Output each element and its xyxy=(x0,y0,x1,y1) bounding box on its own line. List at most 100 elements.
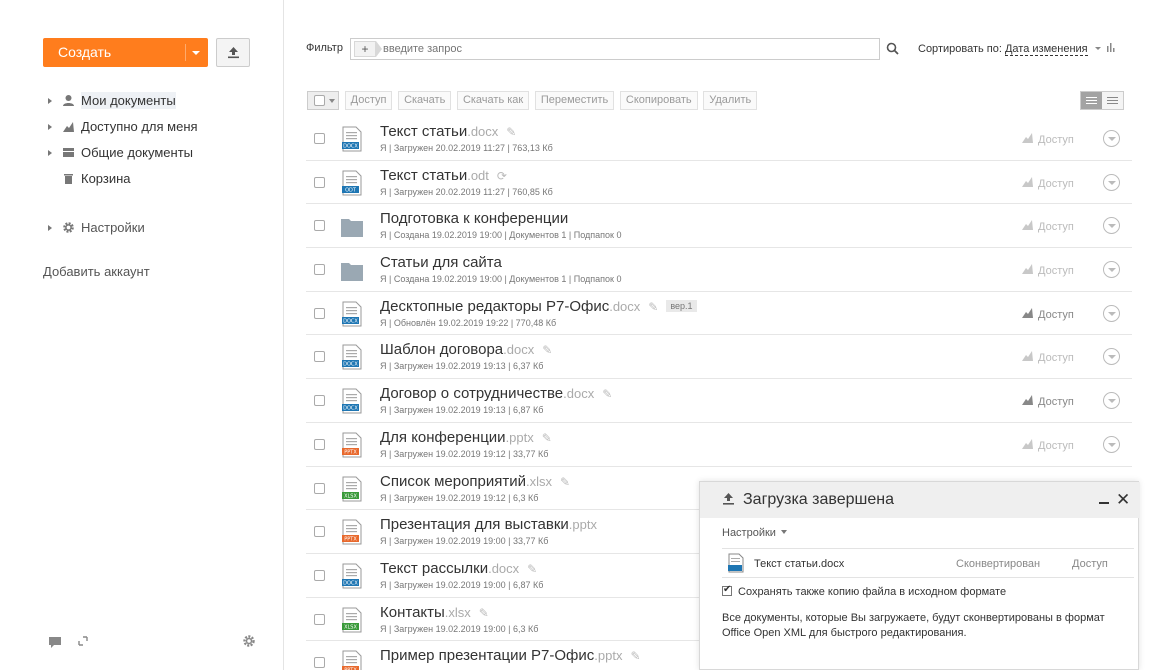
minimize-icon[interactable] xyxy=(1099,502,1109,504)
expand-icon[interactable] xyxy=(78,636,88,646)
row-checkbox[interactable] xyxy=(314,176,325,188)
file-name[interactable]: Текст статьи xyxy=(380,167,467,184)
sort-value[interactable]: Дата изменения xyxy=(1004,43,1088,56)
sidebar-item-common-documents[interactable]: Общие документы xyxy=(43,142,198,168)
folder-row[interactable]: Подготовка к конференции Я | Создана 19.0… xyxy=(306,204,1132,249)
row-checkbox[interactable] xyxy=(314,526,325,538)
edit-icon[interactable]: ✎ xyxy=(630,649,640,663)
file-title[interactable]: Для конференции.pptx ✎ xyxy=(380,429,552,446)
row-menu-icon[interactable] xyxy=(1103,348,1120,366)
file-name[interactable]: Договор о сотрудничестве xyxy=(380,385,563,402)
create-button[interactable]: Создать xyxy=(43,38,208,67)
file-name[interactable]: Шаблон договора xyxy=(380,341,503,358)
access-button[interactable]: Доступ xyxy=(344,91,393,110)
file-title[interactable]: Текст рассылки.docx ✎ xyxy=(380,560,537,577)
row-menu-icon[interactable] xyxy=(1103,217,1120,235)
share-access-link[interactable]: Доступ xyxy=(1022,133,1074,146)
edit-icon[interactable]: ✎ xyxy=(602,387,612,401)
search-input[interactable] xyxy=(383,41,883,57)
edit-icon[interactable]: ✎ xyxy=(648,300,658,314)
file-name[interactable]: Пример презентации Р7-Офис xyxy=(380,647,594,664)
file-row[interactable]: DOCX Текст статьи.docx ✎ Я | Загружен 20.02… xyxy=(306,117,1132,161)
row-menu-icon[interactable] xyxy=(1103,261,1120,279)
select-all-checkbox[interactable] xyxy=(307,91,339,110)
file-name[interactable]: Текст статьи xyxy=(380,123,467,140)
upload-file-access-link[interactable]: Доступ xyxy=(1072,558,1108,570)
expand-arrow-icon[interactable] xyxy=(48,124,52,130)
row-menu-icon[interactable] xyxy=(1103,173,1120,191)
move-button[interactable]: Переместить xyxy=(534,91,615,110)
edit-icon[interactable]: ✎ xyxy=(479,606,489,620)
download-as-button[interactable]: Скачать как xyxy=(456,91,530,110)
file-row[interactable]: DOCX Шаблон договора.docx ✎ Я | Загружен 19… xyxy=(306,335,1132,380)
sidebar-item-my-documents[interactable]: Мои документы xyxy=(43,90,198,116)
edit-icon[interactable]: ✎ xyxy=(506,125,516,139)
edit-icon[interactable]: ✎ xyxy=(542,431,552,445)
row-menu-icon[interactable] xyxy=(1103,130,1120,147)
row-menu-icon[interactable] xyxy=(1103,304,1120,322)
sidebar-item-shared-with-me[interactable]: Доступно для меня xyxy=(43,116,198,142)
search-icon[interactable] xyxy=(886,42,899,55)
row-checkbox[interactable] xyxy=(314,569,325,581)
file-name[interactable]: Десктопные редакторы Р7-Офис xyxy=(380,298,609,315)
close-icon[interactable]: ✕ xyxy=(1116,490,1130,510)
share-access-link[interactable]: Доступ xyxy=(1022,220,1074,233)
expand-arrow-icon[interactable] xyxy=(48,98,52,104)
row-menu-icon[interactable] xyxy=(1103,392,1120,410)
share-access-link[interactable]: Доступ xyxy=(1022,307,1074,321)
row-checkbox[interactable] xyxy=(314,307,325,319)
delete-button[interactable]: Удалить xyxy=(703,91,758,110)
sort-direction-icon[interactable] xyxy=(1106,43,1116,52)
file-title[interactable]: Десктопные редакторы Р7-Офис.docx ✎ вер.1 xyxy=(380,298,697,315)
file-title[interactable]: Статьи для сайта xyxy=(380,254,502,271)
file-name[interactable]: Контакты xyxy=(380,604,445,621)
row-checkbox[interactable] xyxy=(314,220,325,232)
file-title[interactable]: Презентация для выставки.pptx xyxy=(380,516,597,533)
share-access-link[interactable]: Доступ xyxy=(1022,176,1074,190)
sort-control[interactable]: Сортировать по: Дата изменения xyxy=(918,43,1116,56)
file-name[interactable]: Для конференции xyxy=(380,429,506,446)
edit-icon[interactable]: ✎ xyxy=(527,562,537,576)
file-title[interactable]: Шаблон договора.docx ✎ xyxy=(380,341,552,358)
file-name[interactable]: Презентация для выставки xyxy=(380,516,569,533)
file-name[interactable]: Список мероприятий xyxy=(380,473,526,490)
row-menu-icon[interactable] xyxy=(1103,435,1120,453)
file-row[interactable]: PPTX Для конференции.pptx ✎ Я | Загружен 19… xyxy=(306,423,1132,467)
list-view-icon[interactable] xyxy=(1081,92,1102,109)
file-title[interactable]: Подготовка к конференции xyxy=(380,210,568,227)
file-name[interactable]: Подготовка к конференции xyxy=(380,210,568,227)
row-checkbox[interactable] xyxy=(314,438,325,450)
row-checkbox[interactable] xyxy=(314,264,325,276)
row-checkbox[interactable] xyxy=(314,395,325,407)
file-title[interactable]: Контакты.xlsx ✎ xyxy=(380,604,489,621)
share-access-link[interactable]: Доступ xyxy=(1022,264,1074,277)
chevron-down-icon[interactable] xyxy=(1094,47,1101,50)
expand-arrow-icon[interactable] xyxy=(48,150,52,156)
file-name[interactable]: Статьи для сайта xyxy=(380,254,502,271)
file-row[interactable]: DOCX Десктопные редакторы Р7-Офис.docx ✎ ве… xyxy=(306,292,1132,336)
compact-view-icon[interactable] xyxy=(1102,92,1123,109)
file-title[interactable]: Пример презентации Р7-Офис.pptx ✎ xyxy=(380,647,641,664)
file-title[interactable]: Текст статьи.docx ✎ xyxy=(380,123,516,140)
upload-button[interactable] xyxy=(216,38,250,67)
gear-icon[interactable] xyxy=(242,634,256,648)
file-title[interactable]: Текст статьи.odt ⟳ xyxy=(380,167,507,184)
file-title[interactable]: Договор о сотрудничестве.docx ✎ xyxy=(380,385,612,402)
row-checkbox[interactable] xyxy=(314,133,325,144)
chat-icon[interactable] xyxy=(48,636,62,649)
share-access-link[interactable]: Доступ xyxy=(1022,395,1074,408)
share-access-link[interactable]: Доступ xyxy=(1022,351,1074,364)
convert-icon[interactable]: ⟳ xyxy=(497,169,507,183)
folder-row[interactable]: Статьи для сайта Я | Создана 19.02.2019 1… xyxy=(306,248,1132,292)
share-access-link[interactable]: Доступ xyxy=(1022,438,1074,452)
file-name[interactable]: Текст рассылки xyxy=(380,560,488,577)
file-title[interactable]: Список мероприятий.xlsx ✎ xyxy=(380,473,570,490)
edit-icon[interactable]: ✎ xyxy=(560,475,570,489)
upload-settings-dropdown[interactable]: Настройки xyxy=(722,527,787,539)
row-checkbox[interactable] xyxy=(314,351,325,363)
keep-original-option[interactable]: Сохранять также копию файла в исходном ф… xyxy=(722,584,1006,598)
row-checkbox[interactable] xyxy=(314,613,325,625)
chevron-down-icon[interactable] xyxy=(192,51,200,55)
sidebar-item-settings[interactable]: Настройки xyxy=(43,217,198,243)
row-checkbox[interactable] xyxy=(314,482,325,494)
